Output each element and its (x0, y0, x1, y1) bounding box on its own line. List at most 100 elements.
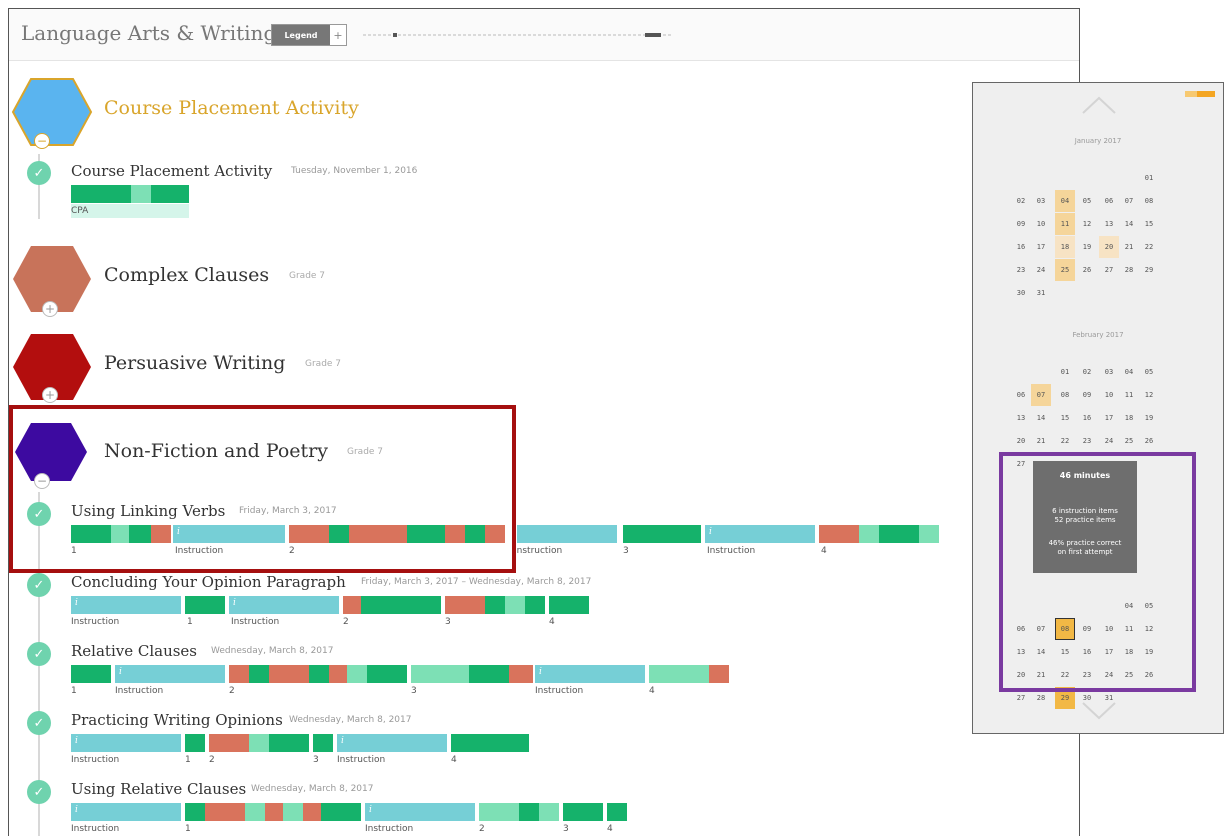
calendar-day[interactable]: 13 (1011, 407, 1031, 429)
calendar-day[interactable]: 09 (1077, 384, 1097, 406)
calendar-day[interactable]: 01 (1139, 167, 1159, 189)
practice-segment[interactable] (445, 596, 485, 614)
practice-segment[interactable] (185, 734, 205, 752)
calendar-day[interactable]: 11 (1119, 384, 1139, 406)
calendar-day[interactable]: 17 (1031, 236, 1051, 258)
practice-segment[interactable] (269, 665, 309, 683)
calendar-day[interactable]: 15 (1139, 213, 1159, 235)
calendar-day[interactable]: 23 (1011, 259, 1031, 281)
instruction-segment[interactable] (517, 525, 617, 543)
calendar-day[interactable]: 23 (1077, 430, 1097, 452)
calendar-day[interactable]: 24 (1031, 259, 1051, 281)
practice-segment[interactable] (249, 734, 269, 752)
calendar-day[interactable]: 22 (1055, 430, 1075, 452)
practice-segment[interactable] (249, 665, 269, 683)
calendar-day[interactable]: 10 (1099, 384, 1119, 406)
calendar-day[interactable]: 26 (1077, 259, 1097, 281)
scroll-down-chevron-icon[interactable] (1081, 701, 1117, 721)
calendar-day[interactable]: 06 (1011, 384, 1031, 406)
practice-segment[interactable] (919, 525, 939, 543)
practice-segment[interactable] (525, 596, 545, 614)
calendar-day[interactable]: 12 (1077, 213, 1097, 235)
practice-segment[interactable] (245, 803, 265, 821)
instruction-segment[interactable]: i (71, 803, 181, 821)
unit-title[interactable]: Persuasive Writing (104, 352, 285, 374)
practice-segment[interactable] (509, 665, 533, 683)
practice-segment[interactable] (229, 665, 249, 683)
legend-button[interactable]: Legend + (271, 24, 347, 46)
practice-segment[interactable] (151, 185, 189, 203)
practice-segment[interactable] (479, 803, 519, 821)
expand-toggle[interactable]: + (42, 387, 58, 403)
calendar-day[interactable]: 25 (1055, 259, 1075, 281)
calendar-day[interactable]: 20 (1099, 236, 1119, 258)
practice-segment[interactable] (607, 803, 627, 821)
calendar-day[interactable]: 27 (1099, 259, 1119, 281)
unit-title[interactable]: Complex Clauses (104, 264, 269, 286)
calendar-day[interactable]: 05 (1077, 190, 1097, 212)
calendar-day[interactable]: 08 (1055, 384, 1075, 406)
calendar-day[interactable]: 10 (1031, 213, 1051, 235)
calendar-day[interactable]: 15 (1055, 407, 1075, 429)
practice-segment[interactable] (309, 665, 329, 683)
practice-segment[interactable] (185, 596, 225, 614)
calendar-day[interactable]: 02 (1011, 190, 1031, 212)
lesson-title[interactable]: Relative Clauses (71, 642, 197, 660)
calendar-day[interactable]: 03 (1031, 190, 1051, 212)
calendar-day[interactable]: 07 (1119, 190, 1139, 212)
calendar-day[interactable]: 21 (1031, 430, 1051, 452)
calendar-day[interactable]: 05 (1139, 361, 1159, 383)
calendar-day[interactable]: 18 (1119, 407, 1139, 429)
practice-segment[interactable] (623, 525, 701, 543)
calendar-day[interactable]: 17 (1099, 407, 1119, 429)
expand-toggle[interactable]: + (42, 301, 58, 317)
practice-segment[interactable] (303, 803, 321, 821)
practice-segment[interactable] (209, 734, 249, 752)
calendar-day[interactable]: 19 (1077, 236, 1097, 258)
calendar-day[interactable]: 12 (1139, 384, 1159, 406)
instruction-segment[interactable]: i (365, 803, 475, 821)
practice-segment[interactable] (367, 665, 407, 683)
instruction-segment[interactable]: i (115, 665, 225, 683)
instruction-segment[interactable]: i (535, 665, 645, 683)
calendar-day[interactable]: 22 (1139, 236, 1159, 258)
instruction-segment[interactable]: i (229, 596, 339, 614)
practice-segment[interactable] (411, 665, 469, 683)
practice-segment[interactable] (549, 596, 589, 614)
practice-segment[interactable] (71, 665, 111, 683)
practice-segment[interactable] (451, 734, 529, 752)
practice-segment[interactable] (283, 803, 303, 821)
calendar-day[interactable]: 09 (1011, 213, 1031, 235)
calendar-day[interactable]: 14 (1031, 407, 1051, 429)
calendar-day[interactable]: 19 (1139, 407, 1159, 429)
lesson-title[interactable]: Concluding Your Opinion Paragraph (71, 573, 346, 591)
calendar-day[interactable]: 06 (1099, 190, 1119, 212)
unit-hexagon-course-placement[interactable] (11, 77, 93, 147)
instruction-segment[interactable]: i (71, 734, 181, 752)
practice-segment[interactable] (205, 803, 245, 821)
calendar-day[interactable]: 18 (1055, 236, 1075, 258)
practice-segment[interactable] (485, 596, 505, 614)
instruction-segment[interactable]: i (705, 525, 815, 543)
practice-segment[interactable] (819, 525, 859, 543)
instruction-segment[interactable]: i (71, 596, 181, 614)
practice-segment[interactable] (269, 734, 309, 752)
practice-segment[interactable] (343, 596, 361, 614)
practice-segment[interactable] (131, 185, 151, 203)
calendar-day[interactable]: 02 (1077, 361, 1097, 383)
practice-segment[interactable] (469, 665, 509, 683)
calendar-day[interactable]: 16 (1077, 407, 1097, 429)
practice-segment[interactable] (649, 665, 709, 683)
practice-segment[interactable] (329, 665, 347, 683)
calendar-day[interactable]: 13 (1099, 213, 1119, 235)
calendar-day[interactable]: 08 (1139, 190, 1159, 212)
calendar-day[interactable]: 30 (1011, 282, 1031, 304)
practice-segment[interactable] (505, 596, 525, 614)
scroll-up-chevron-icon[interactable] (1081, 95, 1117, 115)
lesson-title[interactable]: Course Placement Activity (71, 162, 272, 180)
practice-segment[interactable] (361, 596, 441, 614)
practice-segment[interactable] (519, 803, 539, 821)
calendar-day[interactable]: 21 (1119, 236, 1139, 258)
lesson-title[interactable]: Practicing Writing Opinions (71, 711, 283, 729)
calendar-day[interactable]: 28 (1119, 259, 1139, 281)
